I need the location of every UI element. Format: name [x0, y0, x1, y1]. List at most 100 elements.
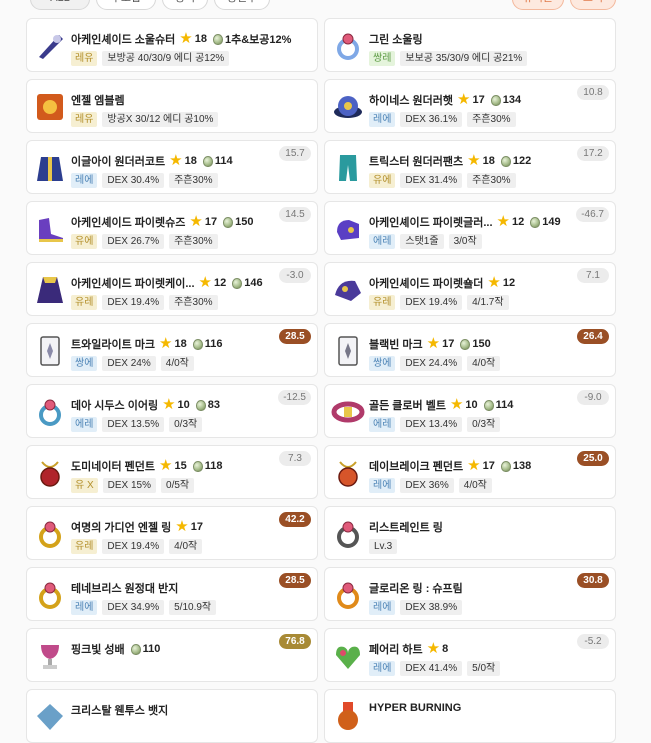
- potential-tier-tag: 에레: [369, 234, 396, 249]
- equipment-card[interactable]: 리스트레인트 링 Lv.3: [324, 506, 616, 560]
- potential-tier-tag: 레에: [369, 478, 396, 493]
- stat-chip: DEX 36.1%: [400, 112, 463, 127]
- score-badge: 7.1: [577, 268, 609, 283]
- equipment-card[interactable]: 아케인셰이드 파이렛글러... ★ 12 149 에레 스탯1줄 3/0작 -46.7: [324, 201, 616, 255]
- coat-icon: [33, 151, 67, 185]
- stat-chip: 4/0작: [169, 539, 203, 554]
- equipment-card[interactable]: 핑크빛 성배 110 76.8: [26, 628, 318, 682]
- equipment-card[interactable]: 데이브레이크 펜던트 ★ 17 138 레에 DEX 36% 4/0작 25.0: [324, 445, 616, 499]
- equipment-card[interactable]: 아케인셰이드 파이렛케이... ★ 12 146 유레 DEX 19.4% 주흔30% -3.…: [26, 262, 318, 316]
- stat-chip: DEX 13.4%: [400, 417, 463, 432]
- stat-chip: 3/0작: [448, 234, 482, 249]
- equipment-card[interactable]: 페어리 하트 ★ 8 레에 DEX 41.4% 5/0작 -5.2: [324, 628, 616, 682]
- potential-drop-icon: [223, 216, 234, 228]
- potential-drop-icon: [530, 216, 541, 228]
- item-title-row: 핑크빛 성배 110: [71, 641, 160, 657]
- star-count: 18: [194, 33, 207, 45]
- item-name: 아케인셰이드 파이렛숄더: [369, 278, 484, 290]
- equipment-card[interactable]: 글로리온 링 : 슈프림 레에 DEX 38.9% 30.8: [324, 567, 616, 621]
- enhance-value: 146: [244, 277, 263, 289]
- stat-chip: DEX 13.5%: [102, 417, 165, 432]
- equipment-card[interactable]: 하이네스 원더러햇 ★ 17 134 레에 DEX 36.1% 주흔30% 10.8: [324, 79, 616, 133]
- item-stats-row: 레에 DEX 34.9% 5/10.9작: [71, 600, 221, 615]
- item-name: 데이브레이크 펜던트: [369, 461, 464, 473]
- stat-chip: 보보공 35/30/9 에디 공21%: [400, 51, 528, 66]
- item-title-row: 리스트레인트 링: [369, 519, 443, 535]
- tab-equipment[interactable]: 장비: [162, 0, 208, 10]
- tab-all[interactable]: ALL: [30, 0, 90, 10]
- item-stats-row: 에레 DEX 13.5% 0/3작: [71, 417, 207, 432]
- star-icon: ★: [457, 91, 471, 108]
- tab-cody[interactable]: 코디: [570, 0, 616, 10]
- emblem-icon: [33, 90, 67, 124]
- restraint-ring-icon: [331, 517, 365, 551]
- item-stats-row: 쌍레 보보공 35/30/9 에디 공21%: [369, 51, 532, 66]
- item-name: 도미네이터 펜던트: [71, 461, 156, 473]
- equipment-card[interactable]: 테네브리스 원정대 반지 레에 DEX 34.9% 5/10.9작 28.5: [26, 567, 318, 621]
- enhance-value: 114: [495, 399, 514, 411]
- item-title-row: 도미네이터 펜던트 ★ 15 118: [71, 458, 222, 474]
- mark-icon: [33, 334, 67, 368]
- star-icon: ★: [159, 457, 173, 474]
- item-name: 핑크빛 성배: [71, 644, 125, 656]
- stat-chip: 4/1.7작: [467, 295, 509, 310]
- star-count: 12: [502, 277, 516, 289]
- stat-chip: DEX 19.4%: [400, 295, 463, 310]
- equipment-card[interactable]: HYPER BURNING: [324, 689, 616, 743]
- stat-chip: 주흔30%: [467, 173, 516, 188]
- equipment-card[interactable]: 이글아이 원더러코트 ★ 18 114 레에 DEX 30.4% 주흔30% 15.7: [26, 140, 318, 194]
- potential-tier-tag: 쌍레: [369, 51, 396, 66]
- enhance-value: 149: [542, 216, 561, 228]
- potential-tier-tag: 레에: [369, 661, 396, 676]
- star-icon: ★: [449, 396, 464, 413]
- equipment-card[interactable]: 여명의 가디언 엔젤 링 ★ 17 유레 DEX 19.4% 4/0작 42.2: [26, 506, 318, 560]
- stat-chip: 스탯1줄: [400, 234, 444, 249]
- stat-chip: Lv.3: [369, 539, 398, 554]
- stat-chip: 방공X 30/12 에디 공10%: [102, 112, 219, 127]
- tab-union[interactable]: 유니온: [512, 0, 564, 10]
- score-badge: 28.5: [279, 329, 311, 344]
- tab-no-set[interactable]: 무보합: [96, 0, 156, 10]
- potential-tier-tag: 레유: [71, 112, 98, 127]
- stat-chip: 4/0작: [160, 356, 194, 371]
- star-count: 8: [442, 643, 449, 655]
- equipment-card[interactable]: 아케인셰이드 소울슈터 ★ 18 1추&보공12% 레유 보방공 40/30/9 에디 공…: [26, 18, 318, 72]
- soul-ring-icon: [331, 29, 365, 63]
- item-title-row: HYPER BURNING: [369, 702, 461, 714]
- potential-tier-tag: 레에: [369, 600, 396, 615]
- tab-accessory[interactable]: 장신구: [214, 0, 270, 10]
- equipment-card[interactable]: 데아 시두스 이어링 ★ 10 83 에레 DEX 13.5% 0/3작 -12.5: [26, 384, 318, 438]
- equipment-card[interactable]: 엔젤 엠블렘 레유 방공X 30/12 에디 공10%: [26, 79, 318, 133]
- score-badge: 30.8: [577, 573, 609, 588]
- item-stats-row: 레에 DEX 41.4% 5/0작: [369, 661, 505, 676]
- equipment-card[interactable]: 블랙빈 마크 ★ 17 150 쌍에 DEX 24.4% 4/0작 26.4: [324, 323, 616, 377]
- potential-tier-tag: 쌍에: [369, 356, 396, 371]
- equipment-card[interactable]: 골든 클로버 벨트 ★ 10 114 에레 DEX 13.4% 0/3작 -9.0: [324, 384, 616, 438]
- star-icon: ★: [496, 213, 510, 230]
- item-title-row: 페어리 하트 ★ 8: [369, 641, 448, 657]
- angel-ring-icon: [33, 517, 67, 551]
- score-badge: 26.4: [577, 329, 609, 344]
- score-badge: -5.2: [577, 634, 609, 649]
- item-stats-row: 레유 방공X 30/12 에디 공10%: [71, 112, 223, 127]
- item-stats-row: 유레 DEX 19.4% 4/1.7작: [369, 295, 514, 310]
- stat-chip: 5/10.9작: [169, 600, 217, 615]
- equipment-card[interactable]: 트릭스터 원더러팬츠 ★ 18 122 유에 DEX 31.4% 주흔30% 17.2: [324, 140, 616, 194]
- equipment-card[interactable]: 크리스탈 웬투스 뱃지: [26, 689, 318, 743]
- item-name: 트와일라이트 마크: [71, 339, 156, 351]
- earring-icon: [33, 395, 67, 429]
- potential-drop-icon: [490, 94, 501, 106]
- stat-chip: DEX 34.9%: [102, 600, 165, 615]
- equipment-card[interactable]: 아케인셰이드 파이렛슈즈 ★ 17 150 유에 DEX 26.7% 주흔30% 14.5: [26, 201, 318, 255]
- score-badge: 15.7: [279, 146, 311, 161]
- item-name: 글로리온 링 : 슈프림: [369, 583, 463, 595]
- equipment-card[interactable]: 트와일라이트 마크 ★ 18 116 쌍에 DEX 24% 4/0작 28.5: [26, 323, 318, 377]
- equipment-card[interactable]: 아케인셰이드 파이렛숄더 ★ 12 유레 DEX 19.4% 4/1.7작 7.1: [324, 262, 616, 316]
- equipment-card[interactable]: 그린 소울링 쌍레 보보공 35/30/9 에디 공21%: [324, 18, 616, 72]
- star-count: 18: [184, 155, 197, 167]
- stat-chip: DEX 41.4%: [400, 661, 463, 676]
- enhance-value: 114: [214, 155, 233, 167]
- item-title-row: 이글아이 원더러코트 ★ 18 114: [71, 153, 233, 169]
- enhance-value: 150: [472, 338, 491, 350]
- equipment-card[interactable]: 도미네이터 펜던트 ★ 15 118 유 X DEX 15% 0/5작 7.3: [26, 445, 318, 499]
